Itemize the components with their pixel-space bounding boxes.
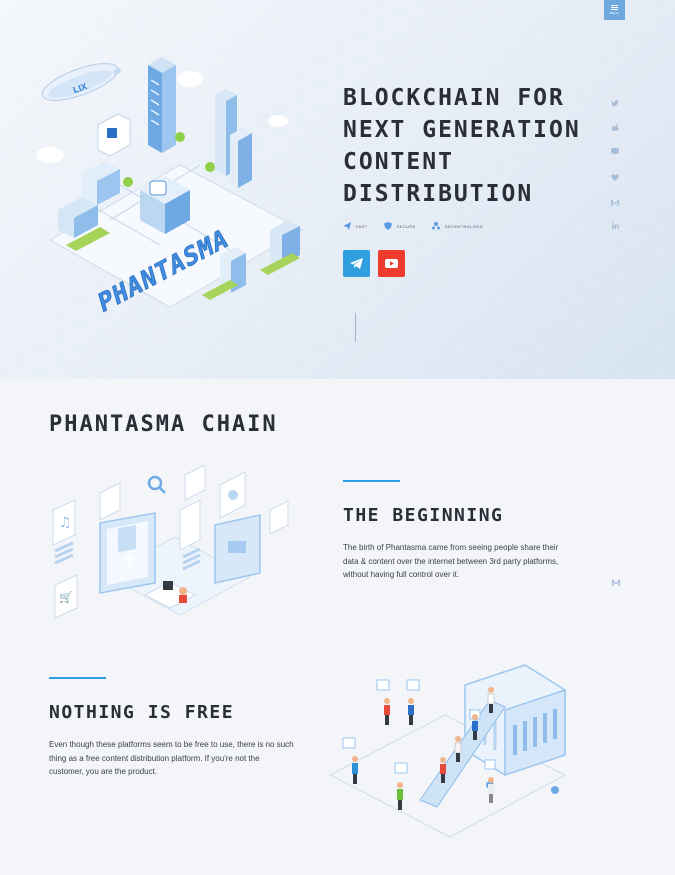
telegram-icon bbox=[611, 173, 619, 181]
medium-link[interactable] bbox=[609, 196, 621, 208]
medium-link-secondary[interactable] bbox=[610, 576, 622, 588]
person-figure bbox=[397, 782, 403, 810]
tower-building bbox=[148, 57, 176, 153]
hero-city-illustration: LIX PHANTASMA bbox=[36, 57, 304, 319]
menu-button[interactable]: MENU bbox=[604, 0, 625, 20]
free-title: NOTHING IS FREE bbox=[49, 702, 235, 723]
feature-fast: FAST bbox=[343, 222, 368, 230]
blimp-icon: LIX bbox=[41, 63, 122, 101]
discord-link[interactable] bbox=[609, 145, 621, 157]
shield-icon bbox=[383, 222, 392, 230]
beginning-title: THE BEGINNING bbox=[343, 505, 504, 526]
music-note-icon: ♫ bbox=[59, 515, 72, 531]
scroll-indicator[interactable] bbox=[355, 313, 356, 342]
telegram-icon bbox=[350, 258, 363, 269]
person-figure bbox=[384, 698, 390, 725]
feature-label: FAST bbox=[356, 223, 368, 229]
feature-list: FAST SECURE DECENTRALIZED bbox=[343, 222, 483, 230]
person-figure bbox=[352, 756, 358, 784]
free-text: Even though these platforms seem to be f… bbox=[49, 740, 294, 776]
feature-label: SECURE bbox=[396, 223, 416, 229]
paper-plane-icon bbox=[343, 222, 351, 230]
youtube-button[interactable] bbox=[378, 250, 405, 277]
shopping-cart-illustration bbox=[328, 664, 567, 838]
hero-title: BLOCKCHAIN FOR NEXT GENERATION CONTENT D… bbox=[343, 85, 581, 207]
telegram-button[interactable] bbox=[343, 250, 370, 277]
camera-icon bbox=[228, 490, 238, 500]
hamburger-icon bbox=[611, 5, 618, 10]
person-figure bbox=[408, 698, 414, 725]
linkedin-link[interactable] bbox=[609, 219, 621, 231]
discord-icon bbox=[611, 148, 619, 154]
twitter-link[interactable] bbox=[609, 97, 621, 109]
menu-label: MENU bbox=[609, 11, 620, 15]
cart-icon: 🛒 bbox=[59, 591, 73, 604]
feature-label: DECENTRALIZED bbox=[444, 223, 484, 229]
beginning-text: The birth of Phantasma came from seeing … bbox=[343, 543, 559, 579]
feature-secure: SECURE bbox=[383, 222, 416, 230]
youtube-icon bbox=[385, 259, 398, 268]
linkedin-icon bbox=[611, 221, 619, 229]
medium-icon bbox=[611, 198, 619, 206]
tower-building-right bbox=[215, 89, 252, 188]
telegram-link[interactable] bbox=[609, 171, 621, 183]
reddit-icon bbox=[611, 123, 619, 131]
reddit-link[interactable] bbox=[609, 121, 621, 133]
twitter-icon bbox=[611, 99, 619, 106]
beginning-illustration: ♫ 🛒 ? bbox=[52, 465, 289, 619]
medium-icon bbox=[612, 578, 620, 586]
accent-divider bbox=[343, 480, 400, 482]
feature-decentralized: DECENTRALIZED bbox=[431, 222, 484, 230]
accent-divider bbox=[49, 677, 106, 679]
network-icon bbox=[431, 222, 440, 230]
question-icon: ? bbox=[123, 553, 134, 573]
hero-section: LIX PHANTASMA BLOCKCHAIN FOR NEXT GENERA… bbox=[0, 0, 675, 379]
section-heading: PHANTASMA CHAIN bbox=[49, 412, 278, 437]
person-figure bbox=[488, 777, 494, 803]
